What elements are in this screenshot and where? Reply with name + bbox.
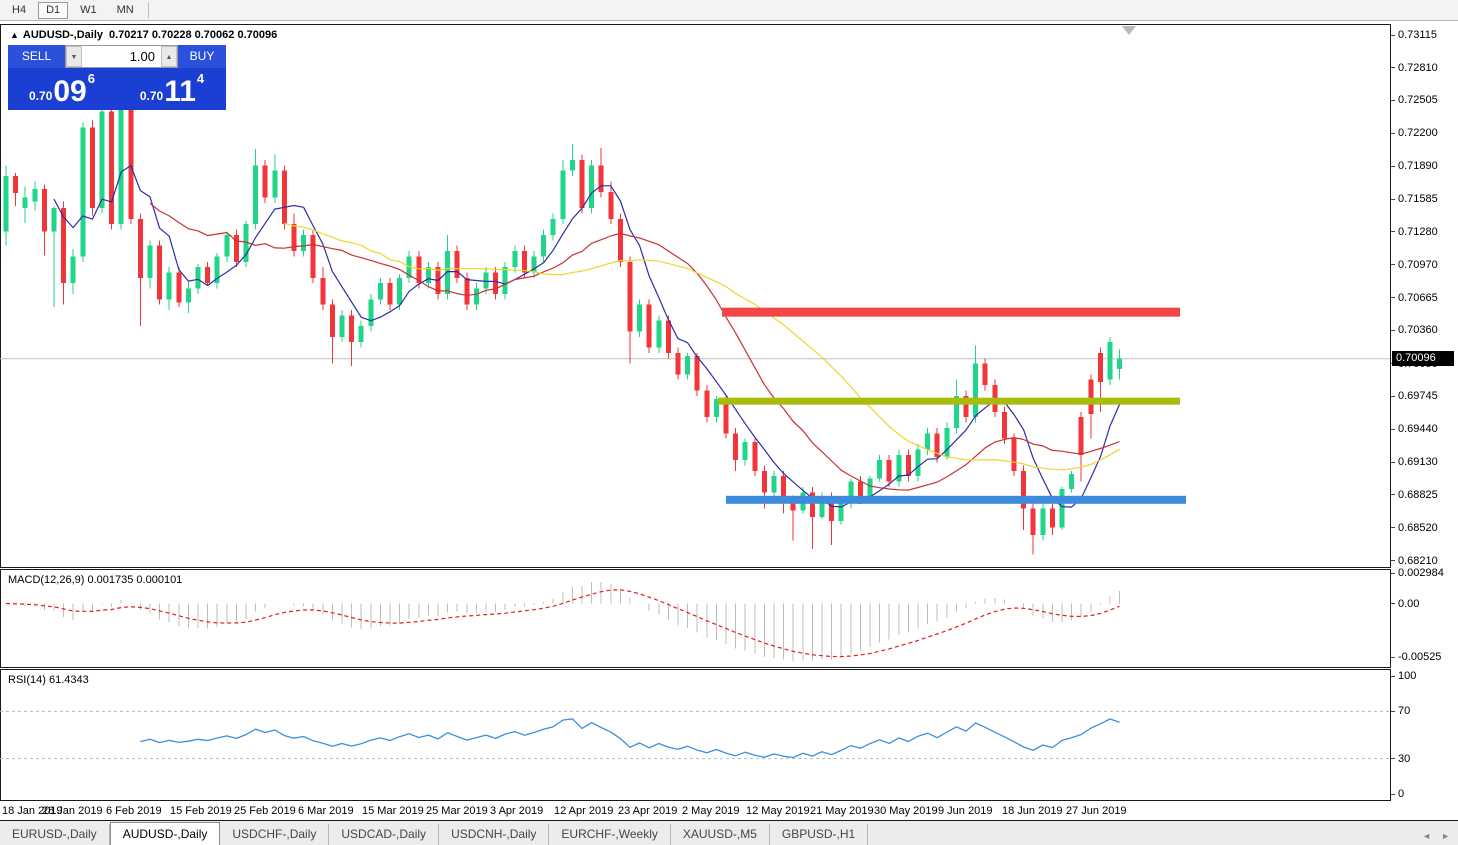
ma-medium-line <box>149 202 1120 491</box>
date-label: 18 Jun 2019 <box>1002 805 1063 817</box>
macd-histogram <box>15 581 1121 662</box>
buy-button[interactable]: BUY <box>178 45 226 68</box>
price-tick: 0.68825 <box>1391 489 1438 501</box>
macd-tick: -0.00525 <box>1391 651 1441 663</box>
date-label: 6 Mar 2019 <box>298 805 354 817</box>
sell-price-big: 09 <box>53 75 87 108</box>
chart-window[interactable]: ▲ AUDUSD-,Daily 0.70217 0.70228 0.70062 0.… <box>0 21 1458 820</box>
chart-tab-usdcnh-daily[interactable]: USDCNH-,Daily <box>439 824 550 845</box>
date-label: 6 Feb 2019 <box>106 805 162 817</box>
buy-price-prefix: 0.70 <box>139 89 164 103</box>
date-label: 25 Mar 2019 <box>426 805 488 817</box>
date-label: 3 Apr 2019 <box>490 805 544 817</box>
price-tick: 0.71280 <box>1391 226 1438 238</box>
chart-tab-bar: EURUSD-,Daily AUDUSD-,Daily USDCHF-,Daily U… <box>0 820 1458 845</box>
date-label: 25 Feb 2019 <box>234 805 296 817</box>
macd-pane[interactable] <box>0 571 1390 667</box>
macd-indicator-label: MACD(12,26,9) 0.001735 0.000101 <box>8 574 183 586</box>
date-label: 27 Jun 2019 <box>1066 805 1127 817</box>
toolbar-separator <box>147 2 149 18</box>
date-label: 15 Feb 2019 <box>170 805 232 817</box>
timeframe-button-h4[interactable]: H4 <box>4 2 34 19</box>
date-label: 12 May 2019 <box>746 805 810 817</box>
buy-price-big: 11 <box>164 75 196 108</box>
timeframe-button-w1[interactable]: W1 <box>72 2 105 19</box>
chart-tab-audusd-daily[interactable]: AUDUSD-,Daily <box>109 822 221 845</box>
pane-divider[interactable] <box>0 567 1458 570</box>
chart-border-bottom <box>0 800 1458 801</box>
volume-decrease-button[interactable]: ▼ <box>66 46 82 67</box>
timeframe-button-mn[interactable]: MN <box>109 2 142 19</box>
date-label: 15 Mar 2019 <box>362 805 424 817</box>
volume-stepper: ▼ ▲ <box>65 45 178 68</box>
date-label: 21 May 2019 <box>810 805 874 817</box>
chart-title: ▲ AUDUSD-,Daily 0.70217 0.70228 0.70062 0.… <box>10 29 277 41</box>
date-label: 2 May 2019 <box>682 805 740 817</box>
chart-tab-eurchf-weekly[interactable]: EURCHF-,Weekly <box>549 824 671 845</box>
price-tick: 0.70970 <box>1391 259 1438 271</box>
volume-increase-button[interactable]: ▲ <box>161 46 177 67</box>
rsi-tick: 100 <box>1391 670 1416 682</box>
rsi-pane[interactable] <box>0 671 1390 800</box>
ohlc-values: 0.70217 0.70228 0.70062 0.70096 <box>109 29 278 41</box>
chart-tab-gbpusd-h1[interactable]: GBPUSD-,H1 <box>770 824 869 845</box>
price-tick: 0.71890 <box>1391 160 1438 172</box>
rsi-line <box>140 718 1120 759</box>
one-click-trade-widget: SELL ▼ ▲ BUY 0.70 09 6 0.70 11 4 <box>8 45 226 110</box>
date-label: 9 Jun 2019 <box>938 805 993 817</box>
price-tick: 0.69440 <box>1391 423 1438 435</box>
timeframe-toolbar: H4 D1 W1 MN <box>0 0 1458 21</box>
ma-fast-line <box>53 165 1121 508</box>
date-label: 30 May 2019 <box>874 805 938 817</box>
price-tick: 0.72505 <box>1391 94 1438 106</box>
rsi-tick: 70 <box>1391 705 1410 717</box>
timeframe-button-d1[interactable]: D1 <box>38 1 69 19</box>
current-price-badge: 0.70096 <box>1392 350 1454 366</box>
mid-support-line[interactable] <box>718 397 1180 405</box>
price-tick: 0.68210 <box>1391 555 1438 567</box>
pane-divider[interactable] <box>0 667 1458 670</box>
sell-price-panel[interactable]: 0.70 09 6 <box>8 69 116 110</box>
rsi-indicator-label: RSI(14) 61.4343 <box>8 674 89 686</box>
tab-scroll-right-icon[interactable]: ► <box>1441 831 1450 841</box>
date-axis[interactable]: 18 Jan 2019 28 Jan 2019 6 Feb 2019 15 Feb 2… <box>0 803 1390 819</box>
candlesticks <box>3 90 1123 555</box>
price-tick: 0.69745 <box>1391 390 1438 402</box>
sell-button[interactable]: SELL <box>8 45 65 68</box>
sell-price-pip: 6 <box>87 71 95 86</box>
price-tick: 0.72810 <box>1391 62 1438 74</box>
price-tick: 0.72200 <box>1391 127 1438 139</box>
volume-input[interactable] <box>82 46 161 67</box>
collapse-arrow-icon[interactable]: ▲ <box>10 30 19 40</box>
chart-tab-usdcad-daily[interactable]: USDCAD-,Daily <box>329 824 440 845</box>
chart-tab-usdchf-daily[interactable]: USDCHF-,Daily <box>220 824 330 845</box>
buy-price-pip: 4 <box>196 71 205 86</box>
date-label: 28 Jan 2019 <box>42 805 103 817</box>
chart-tab-xauusd-m5[interactable]: XAUUSD-,M5 <box>671 824 770 845</box>
macd-tick: 0.00 <box>1391 598 1419 610</box>
chart-tab-eurusd-daily[interactable]: EURUSD-,Daily <box>0 824 110 845</box>
tab-scroll-buttons: ◄ ► <box>1422 831 1458 845</box>
macd-tick: 0.002984 <box>1391 567 1444 579</box>
price-axis[interactable]: 0.73115 0.72810 0.72505 0.72200 0.71890 0.715… <box>1391 24 1458 801</box>
lower-support-line[interactable] <box>726 495 1186 504</box>
tab-scroll-left-icon[interactable]: ◄ <box>1422 831 1431 841</box>
date-label: 23 Apr 2019 <box>618 805 678 817</box>
sell-price-prefix: 0.70 <box>29 89 53 103</box>
price-tick: 0.70665 <box>1391 292 1438 304</box>
price-tick: 0.68520 <box>1391 522 1438 534</box>
price-tick: 0.73115 <box>1391 29 1437 41</box>
rsi-tick: 0 <box>1391 788 1404 800</box>
price-tick: 0.69130 <box>1391 456 1438 468</box>
price-tick: 0.71585 <box>1391 193 1438 205</box>
symbol-title: AUDUSD-,Daily <box>22 29 103 41</box>
rsi-tick: 30 <box>1391 753 1410 765</box>
price-tick: 0.70360 <box>1391 324 1438 336</box>
date-label: 12 Apr 2019 <box>554 805 614 817</box>
resistance-line[interactable] <box>722 307 1180 317</box>
buy-price-panel[interactable]: 0.70 11 4 <box>118 69 226 110</box>
